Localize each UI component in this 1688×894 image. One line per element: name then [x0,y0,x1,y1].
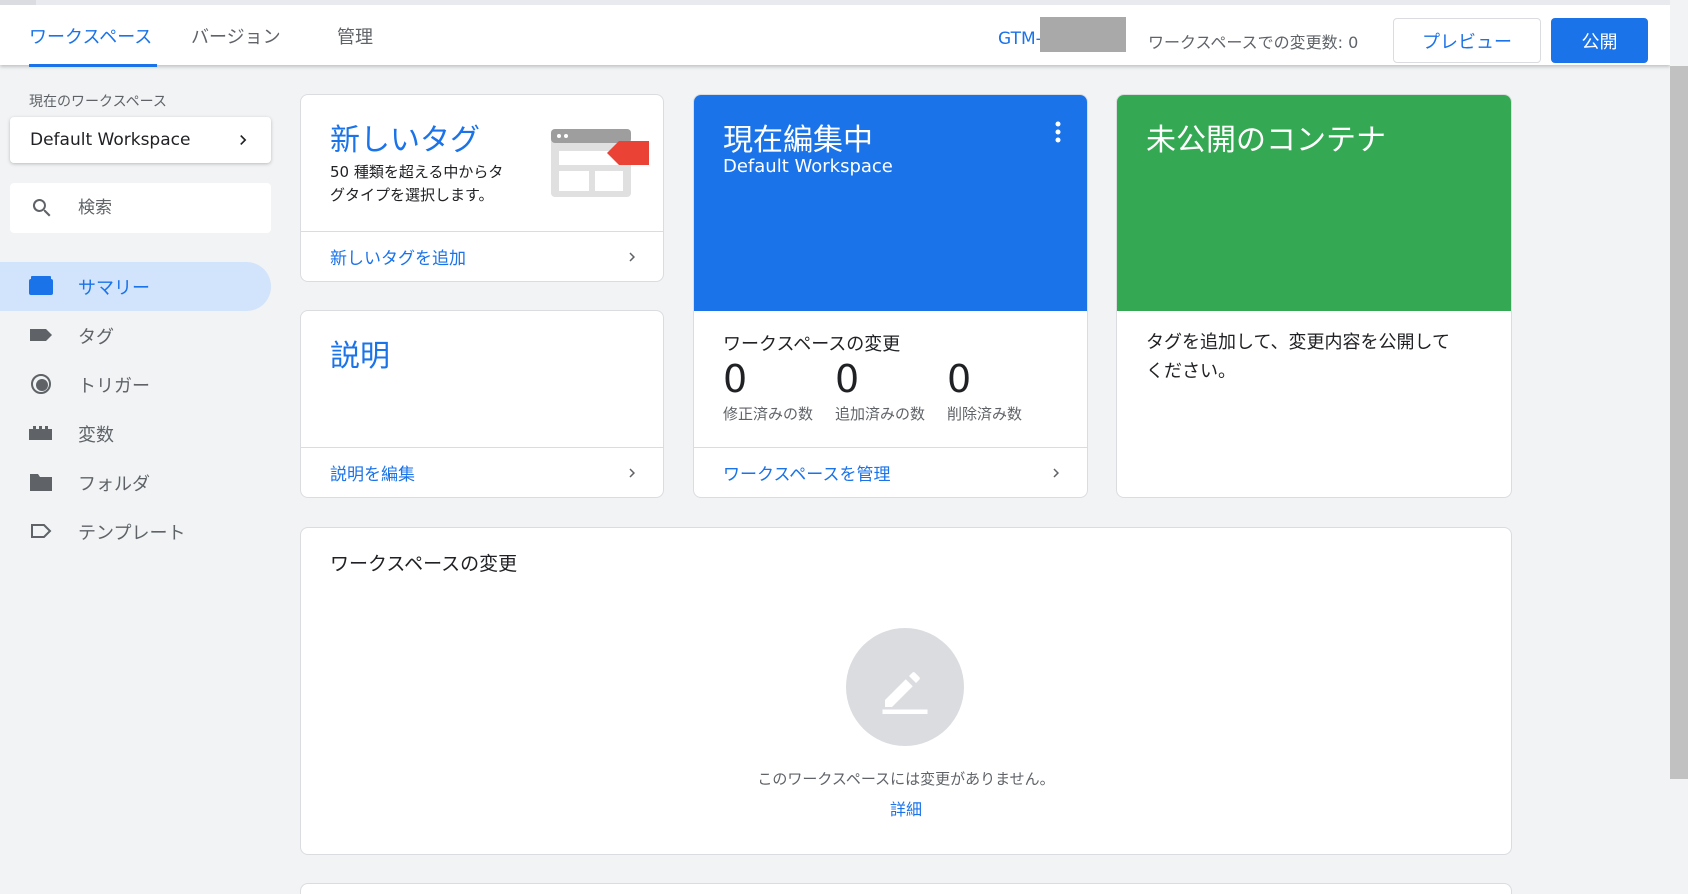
sidebar-item-summary[interactable]: サマリー [0,262,271,311]
added-count: 0 追加済みの数 [835,357,925,424]
add-new-tag-label: 新しいタグを追加 [330,249,466,269]
next-card-partial [300,883,1512,894]
chevron-right-icon [240,135,247,145]
container-id-redacted [1040,17,1126,52]
tab-admin[interactable]: 管理 [337,23,373,67]
search-input[interactable] [78,193,258,223]
sidebar-item-label: タグ [78,326,114,348]
publish-button[interactable]: 公開 [1551,18,1648,63]
sidebar-item-label: テンプレート [78,522,186,544]
variable-icon [29,426,52,440]
sidebar-item-folders[interactable]: フォルダ [0,458,271,507]
unpublished-title: 未公開のコンテナ [1146,123,1386,158]
sidebar-item-triggers[interactable]: トリガー [0,360,271,409]
top-bar: ワークスペース バージョン 管理 GTM- ワークスペースでの変更数: 0 プレ… [0,0,1670,67]
chevron-right-icon [629,252,635,262]
add-new-tag-link[interactable]: 新しいタグを追加 [301,231,663,281]
search-box[interactable] [10,183,271,233]
edit-description-link[interactable]: 説明を編集 [301,447,663,497]
tag-icon [30,329,52,341]
chevron-right-icon [1053,468,1059,478]
deleted-count-caption: 削除済み数 [947,405,1023,423]
manage-workspace-label: ワークスペースを管理 [723,465,891,485]
top-edge-line [0,0,36,5]
details-link[interactable]: 詳細 [301,796,1511,820]
workspace-name: Default Workspace [30,130,191,150]
current-edit-card: 現在編集中 Default Workspace ワークスペースの変更 0 修正済… [693,94,1088,498]
current-edit-title: 現在編集中 [723,123,873,158]
template-icon [31,524,52,538]
preview-button[interactable]: プレビュー [1393,18,1541,63]
scrollbar-thumb[interactable] [1670,66,1688,779]
sidebar-item-label: フォルダ [78,473,150,495]
deleted-count-value: 0 [947,357,972,401]
workspace-selector[interactable]: Default Workspace [10,117,271,163]
edit-description-label: 説明を編集 [330,465,415,485]
added-count-caption: 追加済みの数 [835,405,926,423]
manage-workspace-link[interactable]: ワークスペースを管理 [694,447,1087,497]
summary-icon [29,276,53,295]
description-card: 説明 説明を編集 [300,310,664,498]
modified-count: 0 修正済みの数 [723,357,813,424]
current-workspace-name: Default Workspace [723,156,893,177]
unpublished-message: タグを追加して、変更内容を公開してください。 [1146,332,1451,382]
modified-count-caption: 修正済みの数 [723,405,814,423]
workspace-changes-card: ワークスペースの変更 このワークスペースには変更がありません。 詳細 [300,527,1512,855]
new-tag-card: 新しいタグ 50 種類を超える中からタグタイプを選択します。 新しいタグを追加 [300,94,664,282]
sidebar-item-templates[interactable]: テンプレート [0,507,271,556]
sidebar-item-label: サマリー [78,277,150,299]
modified-count-value: 0 [723,357,748,401]
trigger-icon [31,374,51,394]
workspace-changes-count: ワークスペースでの変更数: 0 [1148,33,1359,52]
empty-state-text: このワークスペースには変更がありません。 [757,770,1055,788]
search-icon [32,199,51,217]
tag-illustration-icon [551,129,649,197]
edit-pencil-icon [882,672,928,714]
chevron-right-icon [629,468,635,478]
tab-workspace[interactable]: ワークスペース [29,23,157,67]
sidebar-item-variables[interactable]: 変数 [0,409,271,458]
workspace-changes-title: ワークスペースの変更 [330,553,518,575]
tab-versions[interactable]: バージョン [191,23,281,67]
empty-state [846,628,964,746]
sidebar-item-label: トリガー [78,375,150,397]
description-title: 説明 [330,339,390,374]
new-tag-title[interactable]: 新しいタグ [330,115,480,159]
container-id[interactable]: GTM- [998,29,1042,49]
sidebar-item-tags[interactable]: タグ [0,311,271,360]
deleted-count: 0 削除済み数 [947,357,1022,424]
added-count-value: 0 [835,357,860,401]
more-vert-icon[interactable] [1055,121,1061,143]
unpublished-container-card: 未公開のコンテナ タグを追加して、変更内容を公開してください。 [1116,94,1512,498]
workspace-changes-label: ワークスペースの変更 [723,334,901,355]
folder-icon [30,474,52,491]
current-workspace-caption: 現在のワークスペース [29,94,167,110]
sidebar-item-label: 変数 [78,424,114,446]
new-tag-description: 50 種類を超える中からタグタイプを選択します。 [330,163,504,204]
